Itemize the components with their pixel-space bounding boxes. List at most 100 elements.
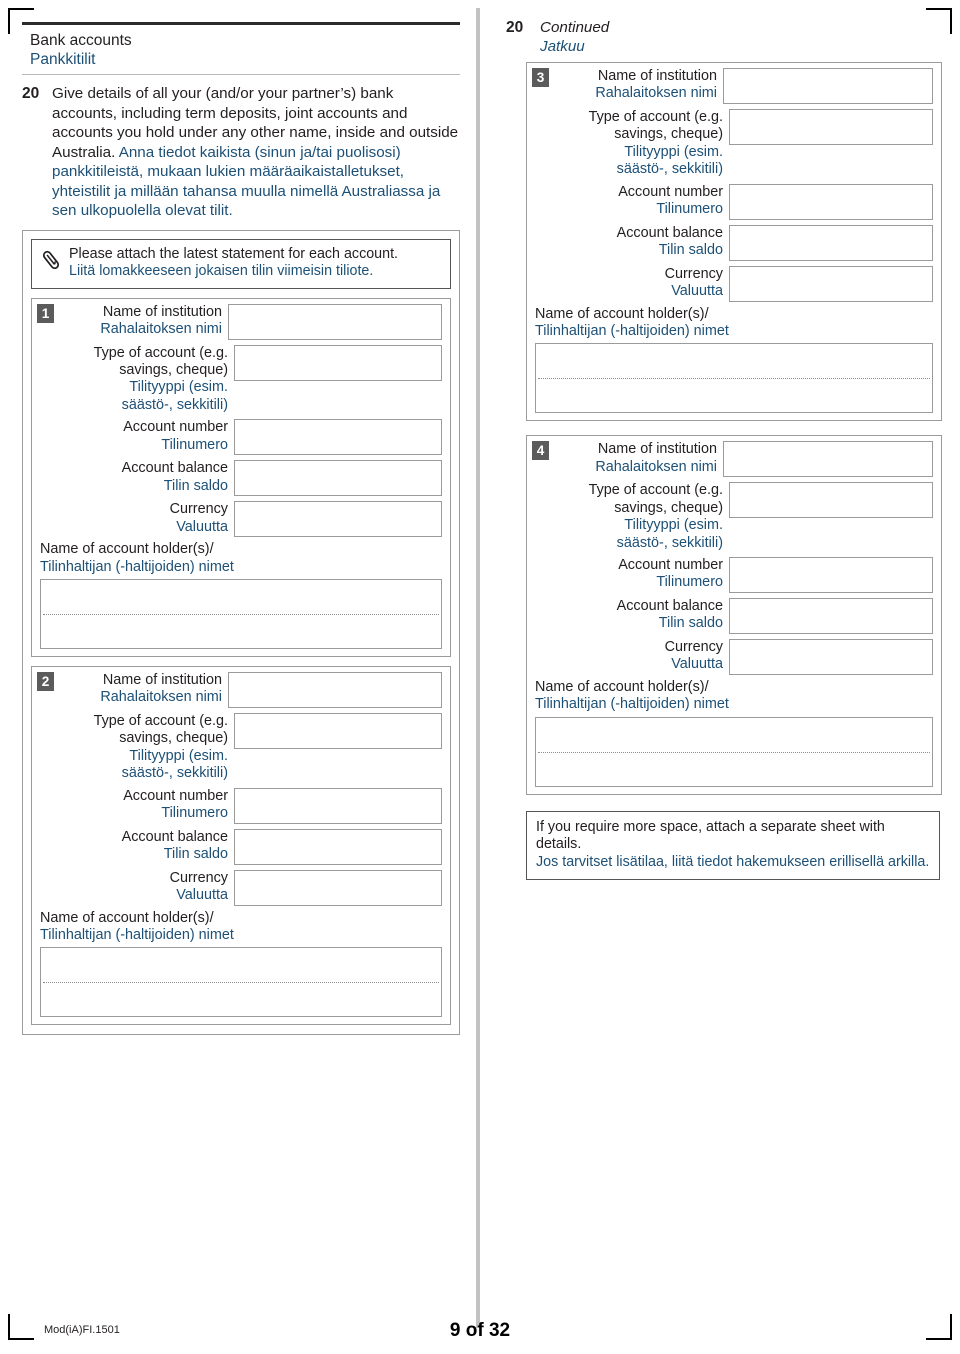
question-frame: Please attach the latest statement for e… [22,229,460,1036]
continued-label: Continued Jatkuu [540,18,609,56]
institution-label: Name of institution Rahalaitoksen nimi [32,304,228,339]
balance-label-en: Account balance [616,598,723,615]
type-label-fi-1: Tilityyppi (esim. [624,143,723,160]
more-space-en: If you require more space, attach a sepa… [536,818,885,853]
type-label-fi-2: säästö-, sekkitili) [616,161,723,178]
type-label-en-1: Type of account (e.g. [93,344,228,361]
type-input[interactable] [729,482,933,519]
column-divider [476,8,480,1328]
type-label: Type of account (e.g. savings, cheque) T… [527,109,729,179]
institution-input[interactable] [723,68,933,104]
attach-statement-note: Please attach the latest statement for e… [31,238,451,289]
number-label: Account number Tilinumero [32,788,234,823]
currency-row: Currency Valuutta [32,869,450,906]
currency-input[interactable] [234,501,442,538]
type-label-fi-2: säästö-, sekkitili) [121,765,228,782]
holder-input[interactable] [40,578,442,649]
balance-label-en: Account balance [121,828,228,845]
number-input[interactable] [234,419,442,456]
type-label-en-1: Type of account (e.g. [588,482,723,499]
number-label-fi: Tilinumero [656,574,723,591]
number-label-fi: Tilinumero [161,804,228,821]
balance-row: Account balance Tilin saldo [32,460,450,497]
institution-label-en: Name of institution [102,303,222,320]
balance-input[interactable] [729,224,933,261]
holder-input[interactable] [40,947,442,1018]
institution-input[interactable] [228,303,442,340]
currency-input[interactable] [729,639,933,676]
number-input[interactable] [729,183,933,220]
institution-label: Name of institution Rahalaitoksen nimi [32,672,228,707]
account-block-4: 4 Name of institution Rahalaitoksen nimi… [526,435,942,795]
number-label-en: Account number [123,787,228,804]
holder-label-en: Name of account holder(s)/ [40,909,214,926]
section-title-fi: Pankkitilit [30,51,96,68]
number-input[interactable] [729,557,933,594]
type-input[interactable] [234,344,442,381]
institution-row: Name of institution Rahalaitoksen nimi [527,68,941,104]
number-row: Account number Tilinumero [32,787,450,824]
balance-row: Account balance Tilin saldo [527,224,941,261]
balance-input[interactable] [234,828,442,865]
type-label-en-2: savings, cheque) [614,126,723,143]
number-label-en: Account number [618,557,723,574]
account-marker: 4 [532,441,549,461]
institution-row: Name of institution Rahalaitoksen nimi [527,441,941,478]
holder-label-fi: Tilinhaltijan (-haltijoiden) nimet [40,558,234,575]
currency-label: Currency Valuutta [32,501,234,536]
number-input[interactable] [234,787,442,824]
account-marker: 3 [532,68,549,87]
question-20: 20 Give details of all your (and/or your… [22,84,460,221]
currency-input[interactable] [234,869,442,906]
type-label-fi-1: Tilityyppi (esim. [129,379,228,396]
page-number: 9 of 32 [449,1320,511,1341]
balance-label: Account balance Tilin saldo [527,598,729,633]
number-label-en: Account number [618,183,723,200]
institution-input[interactable] [228,671,442,708]
attach-note-en: Please attach the latest statement for e… [69,245,399,262]
institution-label-fi: Rahalaitoksen nimi [100,689,222,706]
institution-input[interactable] [723,441,933,478]
currency-label-fi: Valuutta [671,656,723,673]
number-label-en: Account number [123,419,228,436]
institution-label-en: Name of institution [102,671,222,688]
balance-label-fi: Tilin saldo [163,477,228,494]
balance-label: Account balance Tilin saldo [527,225,729,260]
institution-label: Name of institution Rahalaitoksen nimi [527,68,723,103]
type-input[interactable] [729,109,933,145]
balance-input[interactable] [234,460,442,497]
type-label: Type of account (e.g. savings, cheque) T… [527,482,729,552]
currency-input[interactable] [729,265,933,302]
institution-label-fi: Rahalaitoksen nimi [595,458,717,475]
number-row: Account number Tilinumero [527,557,941,594]
type-input[interactable] [234,712,442,749]
type-row: Type of account (e.g. savings, cheque) T… [527,109,941,179]
type-label-en-1: Type of account (e.g. [588,109,723,125]
more-space-note: If you require more space, attach a sepa… [526,810,940,881]
type-label-fi-1: Tilityyppi (esim. [129,747,228,764]
holder-label: Name of account holder(s)/ Tilinhaltijan… [527,302,941,343]
holder-input[interactable] [535,343,933,414]
attach-note-text: Please attach the latest statement for e… [69,246,398,281]
account-marker: 1 [37,303,54,323]
account-block-2: 2 Name of institution Rahalaitoksen nimi… [31,665,451,1026]
holder-label-en: Name of account holder(s)/ [535,305,709,322]
section-bottom-rule [22,74,460,75]
type-label: Type of account (e.g. savings, cheque) T… [32,345,234,415]
currency-label-fi: Valuutta [176,886,228,903]
continued-heading: 20 Continued Jatkuu [506,18,940,56]
balance-label-fi: Tilin saldo [163,845,228,862]
continued-label-fi: Jatkuu [540,38,585,55]
holder-label-en: Name of account holder(s)/ [40,541,214,558]
balance-row: Account balance Tilin saldo [527,598,941,635]
holder-label-fi: Tilinhaltijan (-haltijoiden) nimet [40,926,234,943]
balance-input[interactable] [729,598,933,635]
section-heading: Bank accounts Pankkitilit [22,25,460,74]
type-label-en-1: Type of account (e.g. [93,712,228,729]
section-title-en: Bank accounts [30,32,132,49]
holder-input[interactable] [535,716,933,787]
account-marker: 2 [37,671,54,691]
form-page: Bank accounts Pankkitilit 20 Give detail… [0,0,960,1354]
type-label-fi-1: Tilityyppi (esim. [624,517,723,534]
number-label: Account number Tilinumero [527,557,729,592]
